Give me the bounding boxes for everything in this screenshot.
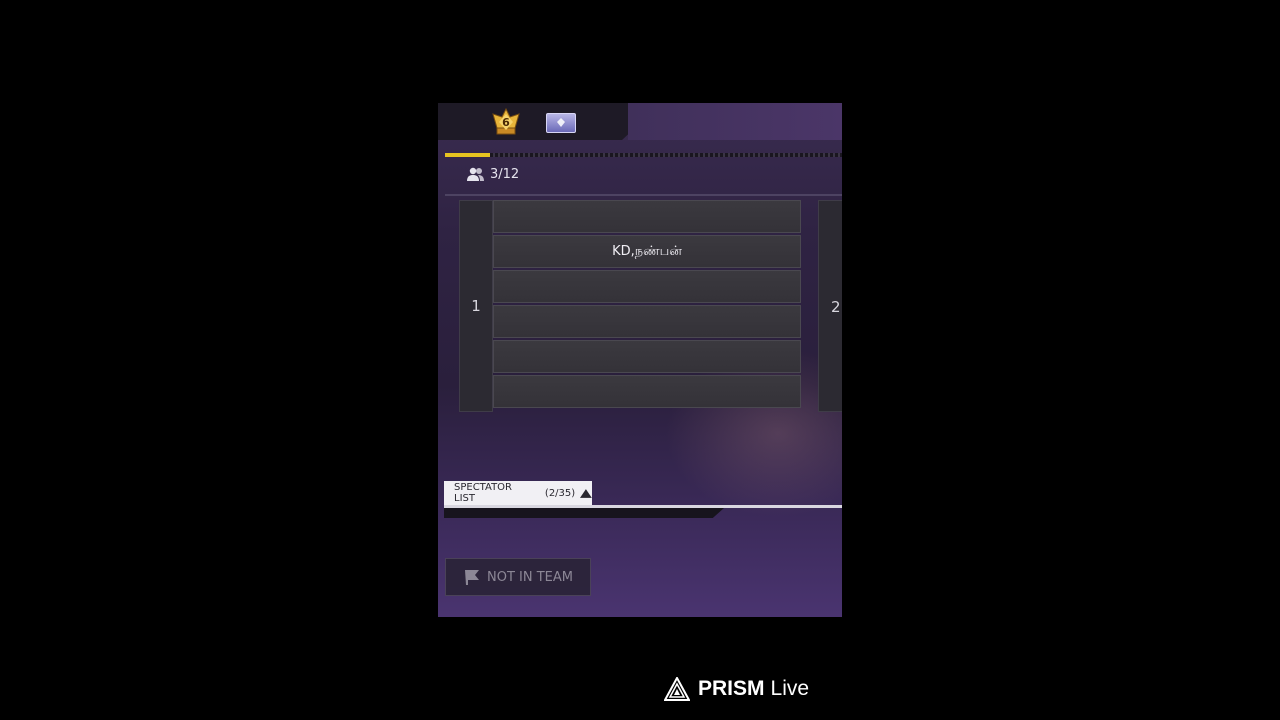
team-slot[interactable]	[493, 375, 801, 408]
progress-fill	[445, 153, 490, 157]
flag-icon	[465, 570, 479, 585]
panel-edge	[444, 508, 724, 518]
spectator-label: SPECTATOR LIST	[454, 482, 513, 504]
top-bar	[438, 103, 638, 140]
player-count-row: 3/12	[467, 167, 519, 182]
team-2-panel[interactable]: 2	[818, 200, 842, 412]
game-lobby-panel: 6 3/12 1 KD,நண்பன் 2 SPECTATOR LIST (2/3…	[438, 103, 842, 617]
crown-rank-icon[interactable]: 6	[491, 107, 521, 138]
team-slot[interactable]	[493, 305, 801, 338]
watermark-brand: PRISM	[698, 677, 765, 700]
spectator-divider	[444, 505, 842, 508]
caret-up-icon	[580, 488, 592, 498]
team-number: 1	[459, 200, 493, 412]
spectator-count: (2/35)	[544, 487, 576, 499]
progress-bar	[445, 153, 842, 157]
watermark-suffix: Live	[770, 677, 810, 700]
players-icon	[467, 167, 484, 181]
team-1-panel: 1 KD,நண்பன்	[459, 200, 802, 412]
team-slot[interactable]: KD,நண்பன்	[493, 235, 801, 268]
rank-level: 6	[502, 116, 510, 129]
player-count: 3/12	[490, 167, 520, 182]
team-slot[interactable]	[493, 270, 801, 303]
team-slot[interactable]	[493, 340, 801, 373]
team-number: 2	[831, 298, 841, 316]
prism-triangle-icon	[664, 677, 690, 701]
not-in-team-label: NOT IN TEAM	[487, 569, 573, 585]
diamond-card-icon[interactable]	[546, 113, 576, 133]
not-in-team-button[interactable]: NOT IN TEAM	[445, 558, 591, 596]
prism-live-watermark: PRISM Live	[664, 677, 809, 701]
spectator-list-toggle[interactable]: SPECTATOR LIST (2/35)	[444, 481, 592, 505]
top-bar-right	[628, 103, 842, 140]
team-slot[interactable]	[493, 200, 801, 233]
divider	[445, 194, 842, 196]
